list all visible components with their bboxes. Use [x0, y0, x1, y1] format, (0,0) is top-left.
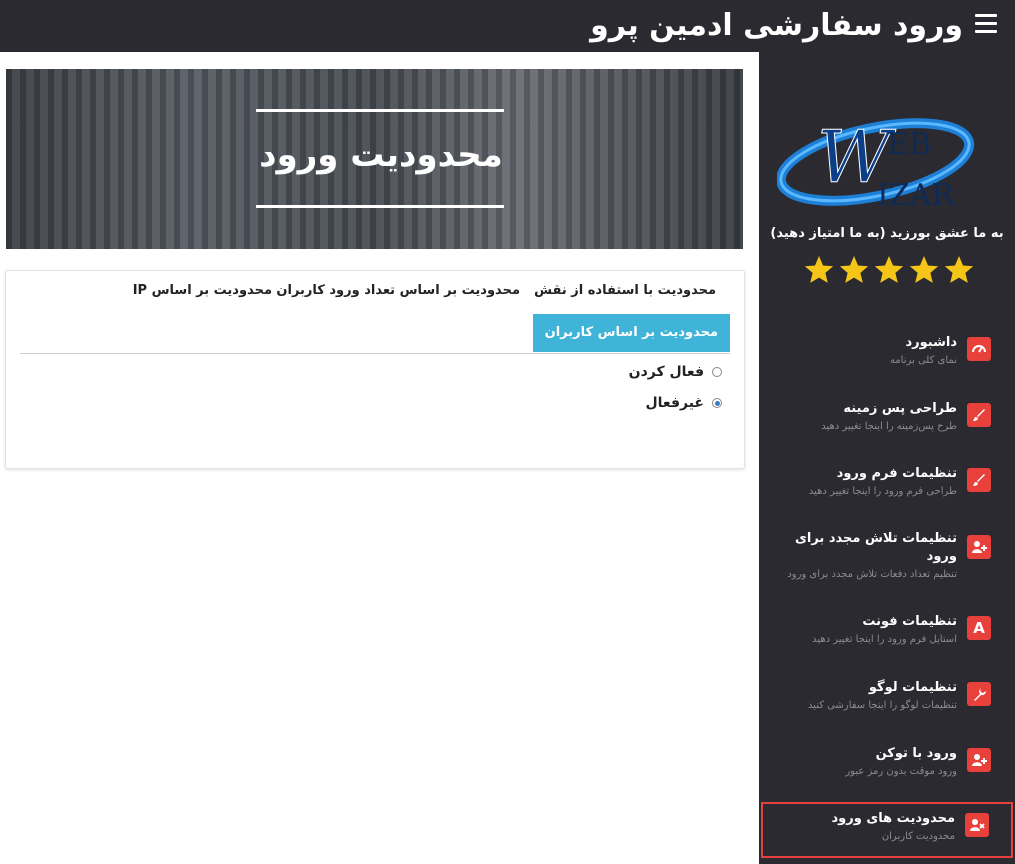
settings-panel: محدودیت با استفاده از نقش محدودیت بر اسا… — [5, 270, 745, 469]
sidebar-item-label: محدودیت های ورود — [831, 811, 956, 826]
wrench-icon — [967, 682, 991, 706]
sidebar-item-logo[interactable]: تنظیمات لوگو تنظیمات لوگو را اینجا سفارش… — [759, 679, 1015, 721]
top-bar: ورود سفارشی ادمین پرو — [0, 0, 1015, 52]
web-wizar-logo: W EB IZAR — [775, 110, 993, 220]
sidebar-item-sub: تنظیم تعداد دفعات تلاش مجدد برای ورود — [787, 569, 957, 580]
svg-text:EB: EB — [887, 127, 931, 162]
disable-option[interactable]: غیرفعال — [646, 395, 722, 411]
sidebar-item-label: ورود با توکن — [875, 746, 957, 761]
enable-radio[interactable] — [712, 367, 722, 377]
sidebar-item-label: تنظیمات فرم ورود — [836, 466, 957, 481]
sidebar-item-token[interactable]: ورود با توکن ورود موقت بدون رمز عبور — [759, 745, 1015, 787]
disable-label: غیرفعال — [645, 395, 704, 411]
sidebar-item-label: تنظیمات فونت — [862, 614, 957, 629]
sidebar-item-label: تنظیمات تلاش مجدد برای ورود — [794, 531, 957, 564]
hero-banner: محدودیت ورود — [6, 69, 743, 249]
dashboard-icon — [967, 337, 991, 361]
sidebar-item-label: تنظیمات لوگو — [868, 680, 957, 695]
rate-us-text: به ما عشق بورزید (به ما امتیاز دهید) — [770, 226, 1004, 241]
star-icon[interactable] — [908, 254, 940, 286]
sidebar-item-login-form[interactable]: تنظیمات فرم ورود طراحی فرم ورود را اینجا… — [759, 465, 1015, 507]
star-icon[interactable] — [803, 254, 835, 286]
hero-divider-bottom — [256, 205, 504, 208]
enable-option[interactable]: فعال کردن — [629, 364, 722, 380]
sidebar-item-retry[interactable]: تنظیمات تلاش مجدد برای ورود تنظیم تعداد … — [759, 530, 1015, 588]
tab-login-count-restriction[interactable]: محدودیت بر اساس تعداد ورود کاربران — [276, 283, 520, 298]
tab-role-restriction[interactable]: محدودیت با استفاده از نقش — [534, 283, 716, 298]
star-icon[interactable] — [838, 254, 870, 286]
hamburger-menu-icon[interactable] — [975, 14, 997, 36]
sidebar-item-label: طراحی پس زمینه — [843, 401, 957, 416]
sidebar-item-sub: تنظیمات لوگو را اینجا سفارشی کنید — [807, 700, 957, 711]
sidebar-item-sub: ورود موقت بدون رمز عبور — [845, 766, 957, 777]
sidebar-item-sub: نمای کلی برنامه — [889, 355, 957, 366]
app-title: ورود سفارشی ادمین پرو — [590, 8, 963, 43]
enable-label: فعال کردن — [628, 364, 704, 380]
rating-stars[interactable] — [803, 254, 993, 286]
hero-divider-top — [256, 109, 504, 112]
sidebar-item-background[interactable]: طراحی پس زمینه طرح پس‌زمینه را اینجا تغی… — [759, 400, 1015, 442]
sidebar-item-sub: طراحی فرم ورود را اینجا تغییر دهید — [808, 486, 957, 497]
sidebar-item-font[interactable]: A تنظیمات فونت استایل فرم ورود را اینجا … — [759, 613, 1015, 655]
svg-text:IZAR: IZAR — [877, 178, 955, 213]
tab-ip-restriction[interactable]: محدودیت بر اساس IP — [133, 283, 272, 298]
tab-divider — [20, 353, 730, 354]
sidebar-item-login-limits[interactable]: محدودیت های ورود محدودیت کاربران — [761, 802, 1013, 858]
star-icon[interactable] — [943, 254, 975, 286]
user-x-icon — [965, 813, 989, 837]
disable-radio[interactable] — [712, 398, 722, 408]
sidebar-item-sub: طرح پس‌زمینه را اینجا تغییر دهید — [821, 421, 957, 432]
sidebar-item-sub: محدودیت کاربران — [881, 831, 955, 842]
user-plus-icon — [967, 535, 991, 559]
tab-user-restriction[interactable]: محدودیت بر اساس کاربران — [532, 314, 730, 352]
brush-icon — [967, 468, 991, 492]
sidebar: W EB IZAR به ما عشق بورزید (به ما امتیاز… — [759, 52, 1015, 864]
sidebar-item-sub: استایل فرم ورود را اینجا تغییر دهید — [812, 634, 957, 645]
hero-title: محدودیت ورود — [259, 135, 503, 175]
brush-icon — [967, 403, 991, 427]
star-icon[interactable] — [873, 254, 905, 286]
user-plus-icon — [967, 748, 991, 772]
sidebar-item-dashboard[interactable]: داشبورد نمای کلی برنامه — [759, 334, 1015, 376]
sidebar-item-label: داشبورد — [905, 335, 957, 350]
font-icon: A — [967, 616, 991, 640]
